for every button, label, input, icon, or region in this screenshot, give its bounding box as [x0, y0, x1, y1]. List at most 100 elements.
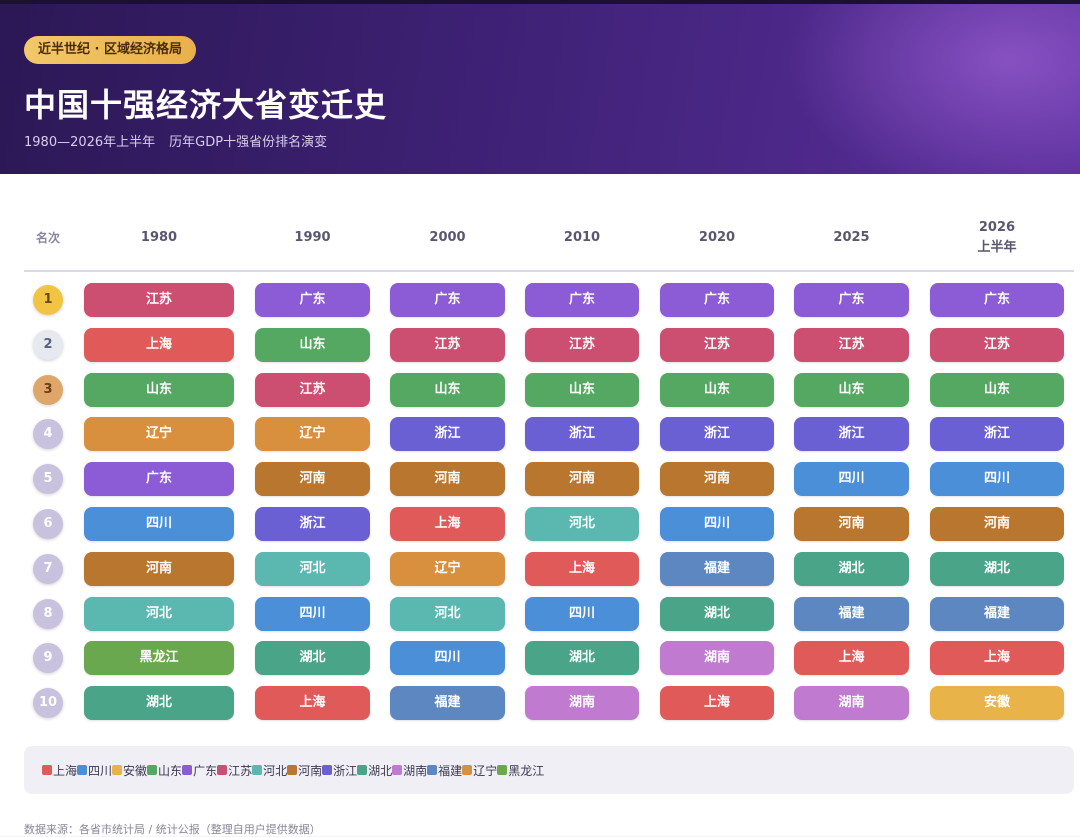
legend-item: 湖南: [392, 762, 427, 779]
ranking-card: [0, 174, 1080, 836]
province-cell: 山东: [84, 372, 234, 407]
legend-swatch: [287, 765, 298, 775]
province-cell: 河南: [525, 462, 639, 497]
rank-badge: 8: [33, 598, 63, 629]
province-cell: 福建: [794, 596, 909, 631]
legend-item: 福建: [427, 762, 462, 779]
province-cell: 山东: [525, 372, 639, 407]
province-cell: 四川: [525, 596, 639, 631]
year-column-header: 2020: [698, 230, 736, 245]
province-cell: 湖北: [84, 686, 234, 721]
province-cell: 河南: [660, 462, 774, 497]
province-cell: 黑龙江: [84, 641, 234, 676]
legend-label: 山东: [158, 763, 183, 778]
legend-item: 上海: [42, 762, 77, 779]
province-cell: 江苏: [525, 327, 639, 362]
province-cell: 湖南: [525, 686, 639, 721]
province-cell: 广东: [794, 283, 909, 317]
legend-label: 江苏: [228, 763, 253, 778]
legend-list: 上海 四川 安徽 山东 广东 江苏 河北 河南 浙江 湖北 湖南 福建 辽宁 黑龙江: [42, 746, 544, 794]
province-cell: 浙江: [390, 417, 505, 452]
province-cell: 辽宁: [255, 417, 370, 452]
province-cell: 上海: [660, 686, 774, 721]
province-cell: 河南: [84, 551, 234, 586]
legend-item: 广东: [182, 762, 217, 779]
legend-label: 四川: [88, 763, 113, 778]
subtitle-description: 历年GDP十强省份排名演变: [169, 135, 328, 150]
province-cell: 四川: [660, 507, 774, 541]
rank-badge: 7: [33, 553, 63, 584]
rank-badge: 3: [33, 374, 63, 405]
province-cell: 湖南: [794, 686, 909, 721]
year-column-header: 2026 上半年: [977, 220, 1017, 255]
legend-label: 福建: [438, 763, 463, 778]
province-cell: 河北: [390, 596, 505, 631]
province-cell: 广东: [255, 283, 370, 317]
province-cell: 江苏: [794, 327, 909, 362]
rank-badge: 5: [33, 464, 63, 495]
province-cell: 河南: [930, 507, 1064, 541]
province-cell: 四川: [84, 507, 234, 541]
province-cell: 湖北: [525, 641, 639, 676]
subtitle-range: 1980—2026年上半年: [24, 135, 156, 150]
year-column-header: 2010: [563, 230, 601, 245]
legend-item: 河南: [287, 762, 322, 779]
legend-label: 广东: [193, 763, 218, 778]
province-cell: 广东: [390, 283, 505, 317]
province-cell: 江苏: [660, 327, 774, 362]
province-cell: 上海: [255, 686, 370, 721]
province-cell: 湖北: [660, 596, 774, 631]
page-subtitle: 1980—2026年上半年 历年GDP十强省份排名演变: [24, 131, 327, 150]
province-cell: 福建: [930, 596, 1064, 631]
legend-label: 浙江: [333, 763, 358, 778]
legend-item: 河北: [252, 762, 287, 779]
province-cell: 四川: [255, 596, 370, 631]
legend-label: 辽宁: [473, 763, 498, 778]
legend-label: 安徽: [123, 763, 148, 778]
province-cell: 福建: [390, 686, 505, 721]
rank-badge: 6: [33, 509, 63, 539]
province-cell: 辽宁: [390, 551, 505, 586]
province-cell: 浙江: [660, 417, 774, 452]
province-cell: 江苏: [84, 283, 234, 317]
legend-label: 湖北: [368, 763, 393, 778]
rank-badge: 10: [33, 688, 63, 719]
province-cell: 山东: [930, 372, 1064, 407]
legend-item: 湖北: [357, 762, 392, 779]
legend-swatch: [462, 765, 473, 775]
legend-swatch: [147, 765, 158, 775]
province-cell: 浙江: [794, 417, 909, 452]
legend-swatch: [357, 765, 368, 775]
legend-label: 湖南: [403, 763, 428, 778]
province-cell: 四川: [390, 641, 505, 676]
province-cell: 辽宁: [84, 417, 234, 452]
province-cell: 浙江: [525, 417, 639, 452]
province-cell: 山东: [794, 372, 909, 407]
legend-swatch: [322, 765, 333, 775]
province-cell: 广东: [84, 462, 234, 497]
legend-item: 四川: [77, 762, 112, 779]
province-cell: 上海: [390, 507, 505, 541]
province-cell: 河南: [794, 507, 909, 541]
province-cell: 江苏: [930, 327, 1064, 362]
year-column-header: 1980: [140, 230, 178, 245]
legend-swatch: [182, 765, 193, 775]
province-cell: 福建: [660, 551, 774, 586]
province-cell: 湖北: [794, 551, 909, 586]
year-column-header: 1990: [294, 230, 331, 245]
page-title: 中国十强经济大省变迁史: [24, 86, 388, 124]
legend-box: 上海 四川 安徽 山东 广东 江苏 河北 河南 浙江 湖北 湖南 福建 辽宁 黑龙江: [24, 746, 1074, 794]
data-source-note: 数据来源：各省市统计局 / 统计公报（整理自用户提供数据）: [24, 823, 321, 836]
legend-item: 安徽: [112, 762, 147, 779]
province-cell: 河南: [390, 462, 505, 497]
year-column-header: 2000: [429, 230, 466, 245]
province-cell: 江苏: [390, 327, 505, 362]
header-banner: 近半世纪 · 区域经济格局 中国十强经济大省变迁史 1980—2026年上半年历…: [0, 0, 1080, 174]
rank-badge: 1: [33, 285, 63, 315]
province-cell: 上海: [84, 327, 234, 362]
legend-swatch: [112, 765, 123, 775]
province-cell: 河北: [84, 596, 234, 631]
year-column-header: 2025: [833, 230, 870, 245]
province-cell: 河北: [525, 507, 639, 541]
header-top-strip: [0, 0, 1080, 4]
